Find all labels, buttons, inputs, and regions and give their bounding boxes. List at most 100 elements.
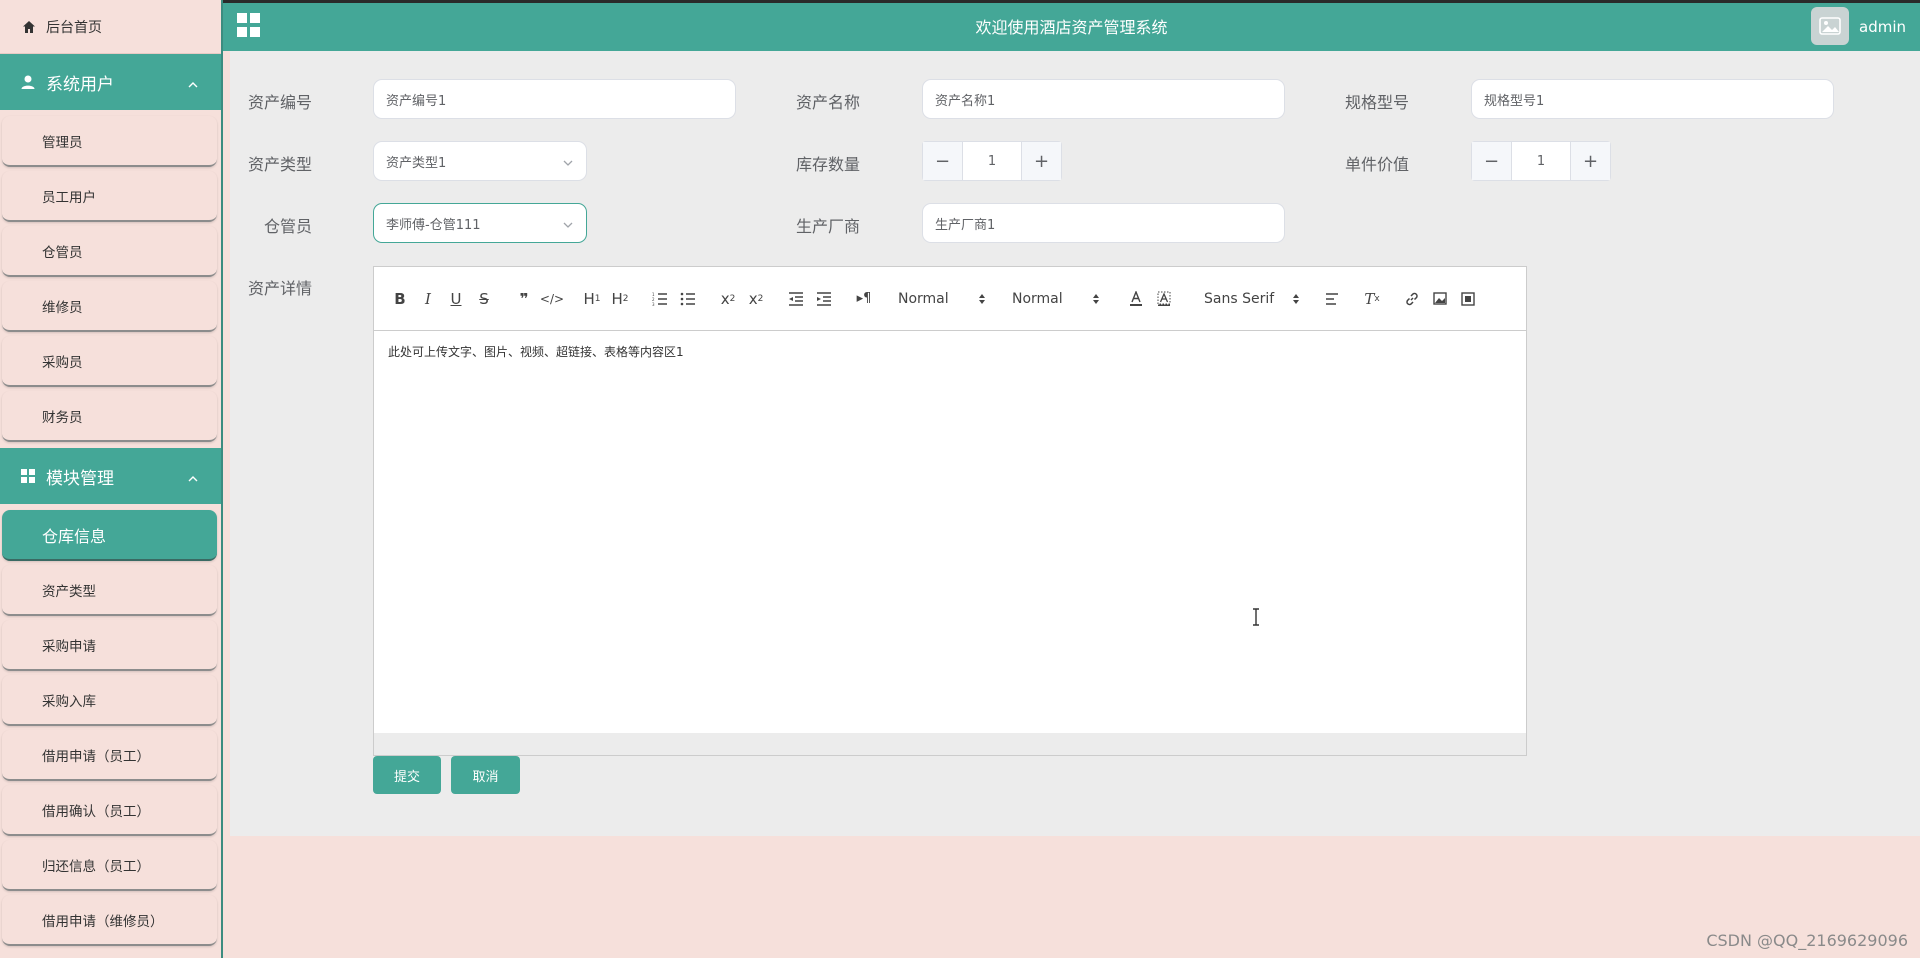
- background-color-icon[interactable]: [1150, 287, 1178, 311]
- sidebar-item-purchaser[interactable]: 采购员: [2, 336, 217, 387]
- sidebar-item-warehouse-info[interactable]: 仓库信息: [2, 510, 217, 561]
- sidebar-group-system-users[interactable]: 系统用户: [0, 54, 221, 110]
- clear-format-icon[interactable]: Tx: [1358, 287, 1386, 311]
- sidebar-item-purchase-request[interactable]: 采购申请: [2, 620, 217, 671]
- outdent-icon[interactable]: [782, 287, 810, 311]
- sidebar-item-borrow-request-repairer[interactable]: 借用申请（维修员）: [2, 895, 217, 946]
- asset-code-input[interactable]: 资产编号1: [373, 79, 736, 119]
- underline-icon[interactable]: U: [442, 287, 470, 311]
- keeper-select[interactable]: 李师傅-仓管111: [373, 203, 587, 243]
- header-2-icon[interactable]: H2: [606, 287, 634, 311]
- decrement-button[interactable]: −: [1472, 142, 1512, 180]
- size-select-value: Normal: [1012, 290, 1063, 307]
- watermark: CSDN @QQ_2169629096: [1706, 931, 1908, 950]
- sidebar-group-modules[interactable]: 模块管理: [0, 448, 221, 504]
- sidebar-item-repairer[interactable]: 维修员: [2, 281, 217, 332]
- blockquote-icon[interactable]: ❞: [510, 287, 538, 311]
- manufacturer-label: 生产厂商: [795, 217, 860, 236]
- sidebar-item-borrow-confirm-staff[interactable]: 借用确认（员工）: [2, 785, 217, 836]
- home-icon: [22, 20, 36, 34]
- subscript-icon[interactable]: x2: [714, 287, 742, 311]
- keeper-value: 李师傅-仓管111: [386, 217, 481, 233]
- editor-footer: [374, 733, 1526, 755]
- stock-qty-stepper[interactable]: − 1 +: [922, 141, 1062, 181]
- keeper-label: 仓管员: [263, 217, 312, 236]
- avatar[interactable]: [1811, 7, 1849, 45]
- text-cursor-icon: [1251, 608, 1261, 630]
- grid-icon: [20, 468, 36, 484]
- asset-name-label: 资产名称: [795, 93, 860, 112]
- cancel-button[interactable]: 取消: [451, 756, 520, 794]
- unit-value-value[interactable]: 1: [1512, 142, 1570, 180]
- select-arrows-icon: [1092, 293, 1100, 305]
- form-panel: 资产编号 资产编号1 资产名称 资产名称1 规格型号 规格型号1 资产类型 资产…: [230, 51, 1920, 836]
- select-arrows-icon: [1292, 293, 1300, 305]
- sidebar-item-finance[interactable]: 财务员: [2, 391, 217, 442]
- link-icon[interactable]: [1398, 287, 1426, 311]
- indent-icon[interactable]: [810, 287, 838, 311]
- chevron-down-icon: [562, 218, 574, 233]
- sidebar-group-title: 系统用户: [46, 74, 114, 95]
- app-title: 欢迎使用酒店资产管理系统: [975, 18, 1168, 37]
- sidebar: 后台首页 系统用户 管理员 员工用户 仓管员 维修员 采购员 财务员 模块管理 …: [0, 0, 223, 958]
- editor-toolbar: B I U S ❞ </> H1 H2 123 x2 x2 ▸¶ Normal …: [374, 267, 1526, 331]
- spec-model-input[interactable]: 规格型号1: [1471, 79, 1834, 119]
- rich-text-editor[interactable]: B I U S ❞ </> H1 H2 123 x2 x2 ▸¶ Normal …: [373, 266, 1527, 756]
- ordered-list-icon[interactable]: 123: [646, 287, 674, 311]
- sidebar-group-title: 模块管理: [46, 468, 114, 489]
- chevron-up-icon[interactable]: [187, 468, 199, 488]
- text-direction-icon[interactable]: ▸¶: [850, 287, 878, 311]
- stock-qty-label: 库存数量: [795, 155, 860, 174]
- strike-icon[interactable]: S: [470, 287, 498, 311]
- image-icon[interactable]: [1426, 287, 1454, 311]
- superscript-icon[interactable]: x2: [742, 287, 770, 311]
- increment-button[interactable]: +: [1021, 142, 1061, 180]
- decrement-button[interactable]: −: [923, 142, 963, 180]
- asset-details-label: 资产详情: [247, 279, 312, 298]
- code-block-icon[interactable]: </>: [538, 287, 566, 311]
- sidebar-item-home[interactable]: 后台首页: [0, 0, 221, 54]
- sidebar-item-staff[interactable]: 员工用户: [2, 171, 217, 222]
- increment-button[interactable]: +: [1570, 142, 1610, 180]
- svg-text:3: 3: [652, 302, 655, 306]
- header-1-icon[interactable]: H1: [578, 287, 606, 311]
- unit-value-stepper[interactable]: − 1 +: [1471, 141, 1611, 181]
- asset-code-label: 资产编号: [247, 93, 312, 112]
- sidebar-item-asset-type[interactable]: 资产类型: [2, 565, 217, 616]
- spec-model-label: 规格型号: [1344, 93, 1409, 112]
- header-select[interactable]: Normal: [898, 291, 986, 307]
- select-arrows-icon: [978, 293, 986, 305]
- user-icon: [20, 74, 36, 90]
- text-color-icon[interactable]: [1122, 287, 1150, 311]
- chevron-down-icon: [562, 156, 574, 171]
- header-select-value: Normal: [898, 290, 949, 307]
- asset-type-label: 资产类型: [247, 155, 312, 174]
- sidebar-item-admin[interactable]: 管理员: [2, 116, 217, 167]
- sidebar-item-borrow-request-staff[interactable]: 借用申请（员工）: [2, 730, 217, 781]
- image-icon: [1819, 17, 1841, 35]
- video-icon[interactable]: [1454, 287, 1482, 311]
- font-select-value: Sans Serif: [1204, 290, 1275, 307]
- align-icon[interactable]: [1318, 287, 1346, 311]
- size-select[interactable]: Normal: [1012, 291, 1100, 307]
- asset-name-value: 资产名称1: [935, 93, 996, 109]
- asset-name-input[interactable]: 资产名称1: [922, 79, 1285, 119]
- sidebar-item-keeper[interactable]: 仓管员: [2, 226, 217, 277]
- manufacturer-input[interactable]: 生产厂商1: [922, 203, 1285, 243]
- username[interactable]: admin: [1859, 18, 1906, 36]
- italic-icon[interactable]: I: [414, 287, 442, 311]
- sidebar-item-label: 后台首页: [46, 19, 102, 36]
- bullet-list-icon[interactable]: [674, 287, 702, 311]
- asset-type-select[interactable]: 资产类型1: [373, 141, 587, 181]
- asset-type-value: 资产类型1: [386, 155, 447, 171]
- sidebar-item-return-info-staff[interactable]: 归还信息（员工）: [2, 840, 217, 891]
- sidebar-item-purchase-inbound[interactable]: 采购入库: [2, 675, 217, 726]
- chevron-up-icon[interactable]: [187, 74, 199, 94]
- submit-button[interactable]: 提交: [373, 756, 441, 794]
- bold-icon[interactable]: B: [386, 287, 414, 311]
- stock-qty-value[interactable]: 1: [963, 142, 1021, 180]
- editor-content[interactable]: 此处可上传文字、图片、视频、超链接、表格等内容区1: [374, 331, 1526, 372]
- font-select[interactable]: Sans Serif: [1204, 291, 1300, 307]
- manufacturer-value: 生产厂商1: [935, 217, 996, 233]
- unit-value-label: 单件价值: [1344, 155, 1409, 174]
